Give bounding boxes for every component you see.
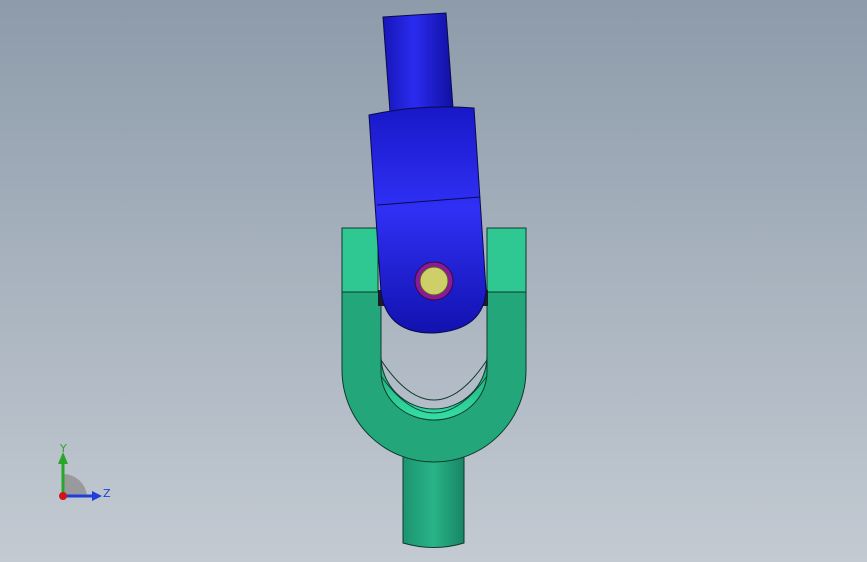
- orientation-triad: Y Z: [58, 442, 111, 501]
- blue-shaft[interactable]: [382, 12, 454, 115]
- x-axis-dot-icon: [59, 492, 67, 500]
- y-axis-label: Y: [59, 442, 67, 455]
- green-shaft[interactable]: [402, 451, 465, 548]
- cad-viewport[interactable]: Y Z: [0, 0, 867, 562]
- cross-pin[interactable]: [414, 261, 454, 301]
- z-arrowhead-icon: [92, 491, 102, 501]
- universal-joint-model[interactable]: [0, 0, 867, 562]
- z-axis-label: Z: [103, 487, 111, 500]
- triad-plane-icon: [63, 473, 87, 496]
